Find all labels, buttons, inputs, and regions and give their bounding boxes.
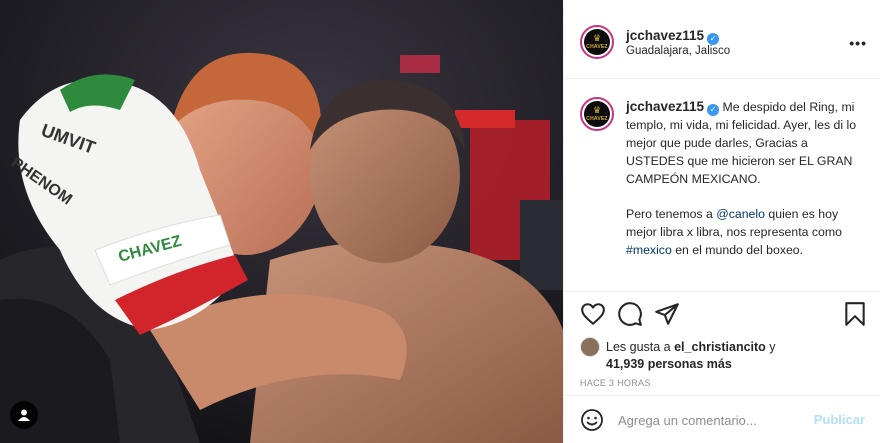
caption-text: jcchavez115 ✓ Me despido del Ring, mi tem… [626,98,866,259]
more-options-button[interactable]: ••• [849,35,867,51]
post-caption: ♛ CHAVEZ jcchavez115 ✓ Me despido del Rin… [564,79,880,291]
likes-conjunction: y [765,340,776,354]
like-button[interactable] [580,301,606,327]
post-actions: Les gusta a el_christiancito y 41,939 pe… [564,291,880,411]
post-header: ♛ CHAVEZ jcchavez115 ✓ Guadalajara, Jalis… [564,7,880,79]
caption-author-avatar[interactable]: ♛ CHAVEZ [580,97,614,131]
paper-plane-icon [655,303,679,325]
emoji-picker-button[interactable] [580,408,604,432]
caption-p2-text-a: Pero tenemos a [626,207,717,221]
avatar-monogram: CHAVEZ [586,115,608,122]
crown-icon: ♛ [592,33,602,44]
comment-composer: Publicar [564,395,880,443]
person-icon [18,409,30,421]
verified-badge-icon: ✓ [707,33,720,45]
comment-button[interactable] [617,301,643,327]
tagged-users-button[interactable] [10,401,38,429]
share-button[interactable] [654,301,680,327]
publish-comment-button[interactable]: Publicar [814,412,865,427]
post-side-panel: ♛ CHAVEZ jcchavez115 ✓ Guadalajara, Jalis… [563,7,880,443]
crown-icon: ♛ [592,105,602,116]
comment-input[interactable] [618,410,808,430]
caption-username[interactable]: jcchavez115 [626,99,704,114]
likes-prefix: Les gusta a [606,340,675,354]
author-avatar[interactable]: ♛ CHAVEZ [580,25,614,59]
comment-bubble-icon [618,302,642,326]
liker-avatar[interactable] [580,337,600,357]
post-photo[interactable]: UMVIT PHENOM CHAVEZ [0,0,563,443]
likes-count[interactable]: 41,939 personas más [606,357,732,371]
liker-username[interactable]: el_christiancito [674,340,766,354]
boxing-photo-illustration: UMVIT PHENOM CHAVEZ [0,0,563,443]
heart-icon [581,303,605,325]
author-username[interactable]: jcchavez115 [626,28,704,43]
likes-text: Les gusta a el_christiancito y 41,939 pe… [606,339,866,373]
avatar-monogram: CHAVEZ [586,43,608,50]
hashtag-link[interactable]: #mexico [626,243,672,257]
save-button[interactable] [842,301,868,327]
post-timestamp[interactable]: HACE 3 HORAS [580,378,651,388]
mention-link[interactable]: @canelo [716,207,765,221]
bookmark-icon [845,302,865,326]
verified-badge-icon: ✓ [707,104,720,116]
smiley-icon [581,409,603,431]
caption-p2-text-c: en el mundo del boxeo. [671,243,804,257]
post-location[interactable]: Guadalajara, Jalisco [626,45,730,57]
